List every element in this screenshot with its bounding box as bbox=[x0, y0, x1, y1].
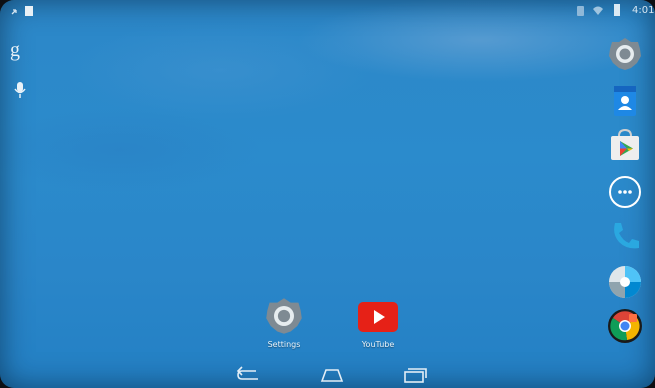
dock-settings-app[interactable] bbox=[607, 36, 643, 72]
missed-call-icon bbox=[11, 9, 17, 15]
back-icon[interactable] bbox=[236, 366, 262, 384]
status-time: 4:01 bbox=[632, 5, 655, 16]
home-icon[interactable] bbox=[318, 366, 346, 384]
photos-icon bbox=[609, 266, 641, 298]
status-bar: 4:01 bbox=[0, 0, 655, 22]
dock-play-store-app[interactable] bbox=[607, 128, 643, 164]
home-screen: 4:01 g Settings YouTube bbox=[0, 0, 655, 388]
mic-icon[interactable] bbox=[12, 80, 28, 100]
wifi-icon bbox=[593, 6, 603, 15]
apps-grid-icon bbox=[609, 176, 641, 208]
youtube-app-label: YouTube bbox=[361, 340, 395, 349]
dock-photos-app[interactable] bbox=[607, 264, 643, 300]
chrome-icon bbox=[608, 309, 642, 343]
phone-icon bbox=[614, 223, 639, 249]
recents-icon[interactable] bbox=[402, 366, 428, 384]
play-store-icon bbox=[611, 128, 639, 160]
dock-chrome-app[interactable] bbox=[607, 308, 643, 344]
home-youtube-app[interactable]: YouTube bbox=[348, 296, 408, 349]
sim-icon bbox=[577, 6, 584, 16]
home-settings-app[interactable]: Settings bbox=[254, 296, 314, 349]
dock-contacts-app[interactable] bbox=[607, 83, 643, 119]
notification-icon bbox=[25, 6, 33, 16]
google-search-icon[interactable]: g bbox=[10, 40, 30, 62]
battery-icon bbox=[614, 4, 620, 16]
navigation-bar bbox=[0, 362, 655, 388]
gear-icon bbox=[609, 38, 641, 70]
gear-icon bbox=[266, 298, 302, 334]
contacts-icon bbox=[614, 86, 636, 116]
dock-app-drawer[interactable] bbox=[607, 174, 643, 210]
youtube-icon bbox=[358, 302, 398, 332]
settings-app-label: Settings bbox=[267, 340, 301, 349]
dock-phone-app[interactable] bbox=[607, 218, 643, 254]
